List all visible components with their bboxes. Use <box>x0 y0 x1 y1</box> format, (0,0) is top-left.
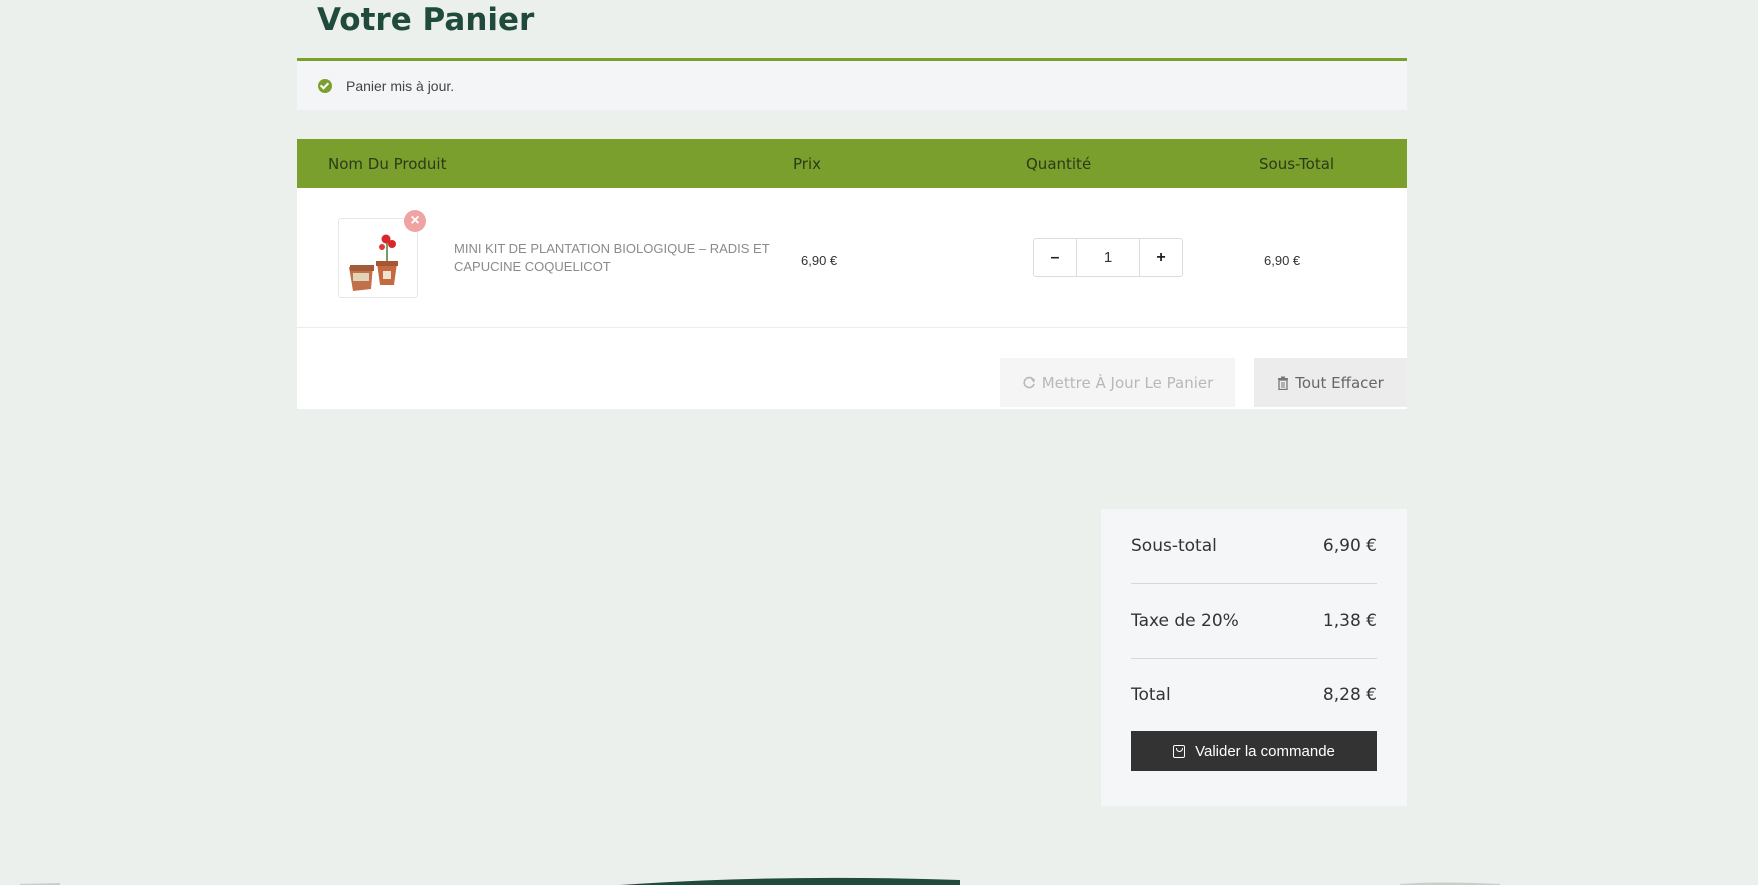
refresh-icon <box>1023 376 1035 388</box>
quantity-increase-button[interactable]: + <box>1140 239 1182 276</box>
cart-actions: Mettre À Jour Le Panier Tout Effacer <box>297 328 1407 408</box>
header-subtotal: Sous-Total <box>1259 155 1335 173</box>
tax-label: Taxe de 20% <box>1131 611 1239 631</box>
totals-tax-row: Taxe de 20% 1,38 € <box>1131 584 1377 659</box>
quantity-stepper: – + <box>1033 238 1183 277</box>
close-circle-icon: × <box>410 212 420 229</box>
cart-updated-notice: Panier mis à jour. <box>297 58 1407 110</box>
subtotal-label: Sous-total <box>1131 536 1217 556</box>
totals-subtotal-row: Sous-total 6,90 € <box>1131 509 1377 584</box>
quantity-input[interactable] <box>1076 239 1140 276</box>
header-price: Prix <box>793 155 821 173</box>
shopping-bag-icon <box>1173 744 1186 758</box>
total-label: Total <box>1131 685 1171 705</box>
notice-text: Panier mis à jour. <box>346 77 455 94</box>
clear-cart-label: Tout Effacer <box>1295 373 1384 392</box>
table-row: × MINI KIT DE PLANTATION BIOLOGIQUE – RA… <box>297 188 1407 328</box>
cart-totals: Sous-total 6,90 € Taxe de 20% 1,38 € Tot… <box>1101 509 1407 806</box>
row-subtotal: 6,90 € <box>1264 253 1301 268</box>
check-circle-icon <box>318 78 332 93</box>
subtotal-value: 6,90 € <box>1322 536 1377 556</box>
quantity-decrease-button[interactable]: – <box>1034 239 1076 276</box>
product-thumbnail[interactable] <box>338 218 418 298</box>
checkout-label: Valider la commande <box>1195 742 1335 760</box>
product-name-link[interactable]: MINI KIT DE PLANTATION BIOLOGIQUE – RADI… <box>454 240 774 276</box>
cart-table: Nom Du Produit Prix Quantité Sous-Total … <box>297 139 1407 409</box>
table-header: Nom Du Produit Prix Quantité Sous-Total <box>297 139 1407 188</box>
header-product: Nom Du Produit <box>328 155 447 173</box>
update-cart-label: Mettre À Jour Le Panier <box>1041 373 1214 392</box>
tax-value: 1,38 € <box>1322 611 1377 631</box>
footer-brush-decoration <box>20 877 1500 885</box>
clear-cart-button[interactable]: Tout Effacer <box>1254 358 1407 407</box>
total-value: 8,28 € <box>1322 685 1377 705</box>
trash-icon <box>1278 376 1289 390</box>
checkout-button[interactable]: Valider la commande <box>1131 731 1377 771</box>
update-cart-button[interactable]: Mettre À Jour Le Panier <box>1000 358 1235 407</box>
product-price: 6,90 € <box>801 253 838 268</box>
totals-total-row: Total 8,28 € <box>1131 659 1377 731</box>
remove-item-button[interactable]: × <box>404 210 426 232</box>
page-title: Votre Panier <box>317 2 535 38</box>
product-image <box>349 234 398 291</box>
header-quantity: Quantité <box>1026 155 1092 173</box>
